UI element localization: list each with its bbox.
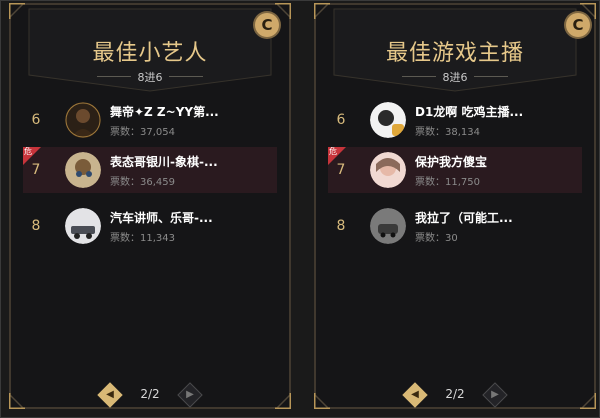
rank-number: 7 (31, 162, 41, 178)
panel-subtitle: 8进6 (442, 71, 468, 84)
ranking-row-danger[interactable]: 危 7 表态哥银川-象棋-... 票数：36,459 (23, 147, 277, 193)
ranking-row[interactable]: 8 我拉了（可能工... 票数：30 (328, 203, 582, 249)
divider (474, 76, 508, 77)
divider (169, 76, 203, 77)
vote-count: 票数：38,134 (415, 127, 480, 138)
nominee-name[interactable]: D1龙啊 吃鸡主播... (415, 103, 523, 120)
vote-count: 票数：37,054 (110, 127, 175, 138)
avatar[interactable] (65, 102, 101, 138)
page-indicator: 2/2 (140, 387, 160, 401)
avatar[interactable] (370, 208, 406, 244)
rank-number: 6 (31, 112, 41, 128)
avatar[interactable] (65, 152, 101, 188)
avatar[interactable] (370, 152, 406, 188)
nominee-name[interactable]: 表态哥银川-象棋-... (110, 153, 218, 170)
page-indicator: 2/2 (445, 387, 465, 401)
panel-title: 最佳小艺人 (92, 41, 208, 66)
ranking-row[interactable]: 6 D1龙啊 吃鸡主播... 票数：38,134 (328, 97, 582, 143)
nominee-name[interactable]: 我拉了（可能工... (415, 209, 513, 226)
award-panel-best-game-streamer: C 最佳游戏主播 8进6 6 D1龙啊 吃鸡主播... 票数：38,134 危 … (314, 3, 596, 409)
vote-count: 票数：36,459 (110, 177, 175, 188)
rank-number: 6 (336, 112, 346, 128)
nominee-name[interactable]: 保护我方傻宝 (415, 153, 487, 170)
nominee-name[interactable]: 舞帝✦Z Z~YY第... (110, 103, 219, 120)
pagination: ◀ 2/2 ▶ (9, 381, 291, 411)
avatar[interactable] (370, 102, 406, 138)
chevron-right-icon: ▶ (186, 389, 194, 400)
chevron-right-icon: ▶ (491, 389, 499, 400)
avatar[interactable] (65, 208, 101, 244)
ranking-row[interactable]: 6 舞帝✦Z Z~YY第... 票数：37,054 (23, 97, 277, 143)
panel-title: 最佳游戏主播 (385, 41, 524, 66)
ranking-row[interactable]: 8 汽车讲师、乐哥-... 票数：11,343 (23, 203, 277, 249)
screen: C 最佳小艺人 8进6 6 舞帝✦Z Z~YY第... 票数：37,054 危 … (0, 0, 600, 418)
rank-number: 7 (336, 162, 346, 178)
c-badge-icon[interactable]: C (566, 13, 590, 37)
vote-count: 票数：30 (415, 233, 458, 244)
rank-number: 8 (336, 218, 346, 234)
ranking-row-danger[interactable]: 危 7 保护我方傻宝 票数：11,750 (328, 147, 582, 193)
award-panel-best-artist: C 最佳小艺人 8进6 6 舞帝✦Z Z~YY第... 票数：37,054 危 … (9, 3, 291, 409)
pagination: ◀ 2/2 ▶ (314, 381, 596, 411)
nominee-name[interactable]: 汽车讲师、乐哥-... (110, 209, 213, 226)
vote-count: 票数：11,750 (415, 177, 480, 188)
rank-number: 8 (31, 218, 41, 234)
panel-subtitle: 8进6 (137, 71, 163, 84)
vote-count: 票数：11,343 (110, 233, 175, 244)
c-badge-icon[interactable]: C (255, 13, 279, 37)
